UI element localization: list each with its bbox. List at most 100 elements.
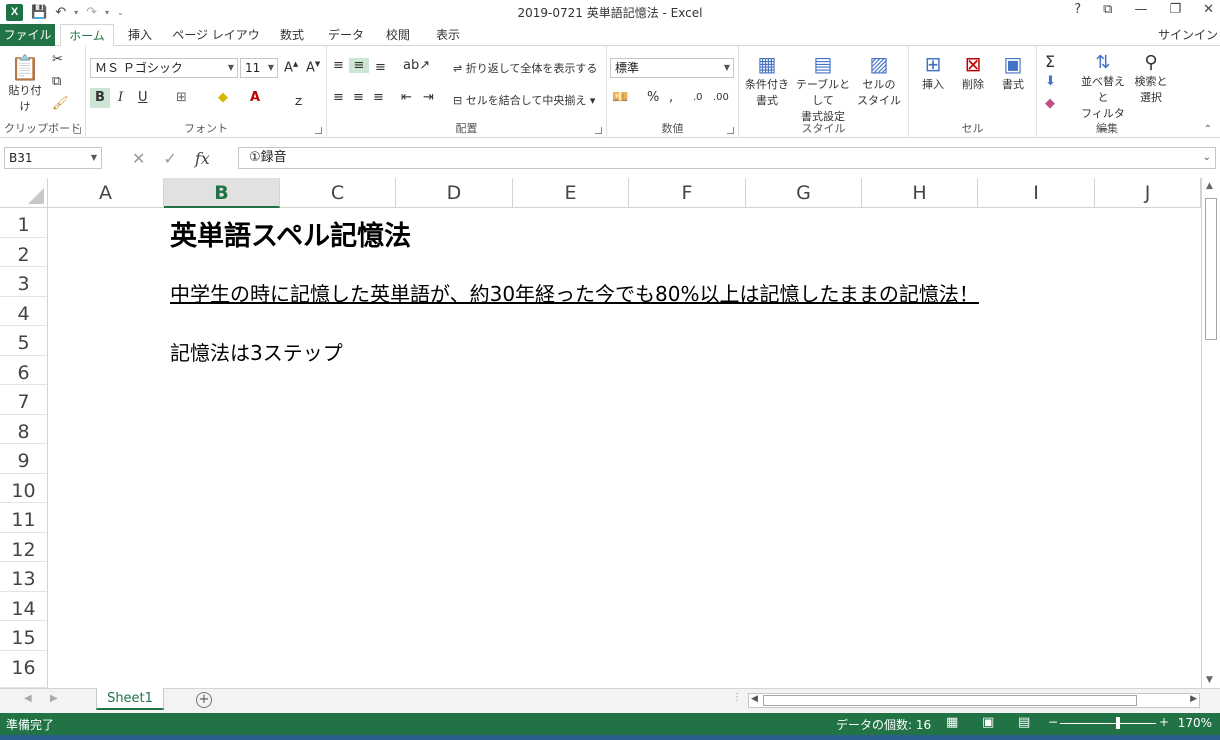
cell-styles-button[interactable]: ▨ セルの スタイル xyxy=(855,52,903,108)
cell-b3[interactable]: 中学生の時に記憶した英単語が、約30年経った今でも80%以上は記憶したままの記憶… xyxy=(170,278,979,307)
conditional-format-button[interactable]: ▦ 条件付き 書式 xyxy=(743,52,791,108)
tab-file[interactable]: ファイル xyxy=(0,24,55,46)
merge-center-button[interactable]: ⊟ セルを結合して中央揃え ▾ xyxy=(453,92,595,108)
column-header-f[interactable]: F xyxy=(629,178,746,208)
row-header-9[interactable]: 9 xyxy=(0,444,48,474)
prev-sheet-icon[interactable]: ◀ xyxy=(24,693,32,704)
ribbon-display-icon[interactable]: ⧉ xyxy=(1103,2,1112,17)
copy-icon[interactable]: ⧉ xyxy=(52,74,61,89)
redo-icon[interactable]: ↷ xyxy=(86,5,97,20)
row-header-13[interactable]: 13 xyxy=(0,562,48,592)
scroll-down-icon[interactable]: ▼ xyxy=(1206,675,1213,685)
customize-toolbar-icon[interactable]: ⌄ xyxy=(117,8,124,17)
collapse-ribbon-icon[interactable]: ⌃ xyxy=(1204,124,1212,135)
row-header-11[interactable]: 11 xyxy=(0,503,48,533)
column-header-c[interactable]: C xyxy=(280,178,396,208)
add-sheet-button[interactable]: + xyxy=(196,692,212,708)
alignment-launcher-icon[interactable] xyxy=(595,127,602,134)
formula-input[interactable]: ①録音 ⌄ xyxy=(238,147,1216,169)
horizontal-scroll-thumb[interactable] xyxy=(763,695,1137,706)
next-sheet-icon[interactable]: ▶ xyxy=(50,693,58,704)
decrease-decimal-icon[interactable]: .00 xyxy=(713,92,729,103)
number-launcher-icon[interactable] xyxy=(727,127,734,134)
orientation-icon[interactable]: ab↗ xyxy=(403,58,430,73)
font-name-select[interactable]: ＭＳ Ｐゴシック ▼ xyxy=(90,58,238,78)
format-cells-button[interactable]: ▣ 書式 xyxy=(995,52,1031,92)
column-header-g[interactable]: G xyxy=(746,178,862,208)
find-select-button[interactable]: ⚲ 検索と 選択 xyxy=(1131,52,1171,105)
underline-button[interactable]: U xyxy=(138,90,148,105)
worksheet-grid[interactable]: A B C D E F G H I J 1 2 3 4 5 6 7 8 9 10… xyxy=(0,178,1220,688)
zoom-slider[interactable] xyxy=(1060,723,1156,724)
page-layout-view-icon[interactable]: ▣ xyxy=(982,715,994,730)
font-color-icon[interactable]: A xyxy=(250,90,260,105)
phonetic-icon[interactable]: ｚ xyxy=(292,90,305,109)
autosum-icon[interactable]: Σ xyxy=(1045,52,1055,71)
undo-dropdown-icon[interactable]: ▾ xyxy=(74,8,78,17)
clear-icon[interactable]: ◆ xyxy=(1045,96,1055,111)
cell-b1[interactable]: 英単語スペル記憶法 xyxy=(170,214,411,253)
row-header-6[interactable]: 6 xyxy=(0,356,48,385)
decrease-indent-icon[interactable]: ⇤ xyxy=(401,90,412,105)
vertical-scrollbar[interactable]: ▲ ▼ xyxy=(1201,178,1220,688)
vertical-scroll-thumb[interactable] xyxy=(1205,198,1217,340)
border-icon[interactable]: ⊞ xyxy=(176,90,187,105)
horizontal-scrollbar[interactable]: ◀ ▶ xyxy=(748,693,1200,708)
scroll-left-icon[interactable]: ◀ xyxy=(751,694,758,704)
fill-icon[interactable]: ⬇ xyxy=(1045,74,1056,89)
row-header-2[interactable]: 2 xyxy=(0,238,48,267)
row-header-3[interactable]: 3 xyxy=(0,267,48,297)
fill-color-icon[interactable]: ◆ xyxy=(218,90,228,105)
format-painter-icon[interactable]: 🖌 xyxy=(52,96,69,111)
expand-formula-icon[interactable]: ⌄ xyxy=(1203,148,1211,168)
align-top-icon[interactable]: ≡ xyxy=(333,58,344,73)
row-header-7[interactable]: 7 xyxy=(0,385,48,415)
page-break-view-icon[interactable]: ▤ xyxy=(1018,715,1030,730)
enter-icon[interactable]: ✓ xyxy=(163,149,176,168)
wrap-text-button[interactable]: ⇌ 折り返して全体を表示する xyxy=(453,60,597,76)
zoom-slider-thumb[interactable] xyxy=(1116,717,1120,729)
signin-link[interactable]: サインイン xyxy=(1158,24,1218,46)
align-middle-icon[interactable]: ≡ xyxy=(349,58,369,73)
zoom-out-button[interactable]: − xyxy=(1048,715,1058,729)
row-header-14[interactable]: 14 xyxy=(0,592,48,621)
italic-button[interactable]: I xyxy=(118,90,123,105)
redo-dropdown-icon[interactable]: ▾ xyxy=(105,8,109,17)
cut-icon[interactable]: ✂ xyxy=(52,52,63,67)
format-as-table-button[interactable]: ▤ テーブルとして 書式設定 xyxy=(791,52,855,124)
save-icon[interactable]: 💾 xyxy=(31,5,47,20)
tab-page-layout[interactable]: ページ レイアウト xyxy=(168,24,264,64)
column-header-a[interactable]: A xyxy=(48,178,164,208)
increase-decimal-icon[interactable]: .0 xyxy=(693,92,703,103)
align-right-icon[interactable]: ≡ xyxy=(373,90,384,105)
align-center-icon[interactable]: ≡ xyxy=(353,90,364,105)
row-header-1[interactable]: 1 xyxy=(0,208,48,238)
normal-view-icon[interactable]: ▦ xyxy=(946,715,958,730)
align-bottom-icon[interactable]: ≡ xyxy=(375,60,386,75)
tab-home[interactable]: ホーム xyxy=(60,24,114,47)
bold-button[interactable]: B xyxy=(90,88,110,108)
row-header-10[interactable]: 10 xyxy=(0,474,48,503)
row-header-5[interactable]: 5 xyxy=(0,326,48,356)
cancel-icon[interactable]: ✕ xyxy=(132,149,145,168)
font-size-select[interactable]: 11 ▼ xyxy=(240,58,278,78)
column-header-h[interactable]: H xyxy=(862,178,978,208)
increase-indent-icon[interactable]: ⇥ xyxy=(423,90,434,105)
decrease-font-icon[interactable]: A▼ xyxy=(306,60,320,75)
column-header-j[interactable]: J xyxy=(1095,178,1201,208)
tab-insert[interactable]: 挿入 xyxy=(118,24,162,46)
sheet-tab-sheet1[interactable]: Sheet1 xyxy=(96,688,164,710)
tab-review[interactable]: 校閲 xyxy=(376,24,420,46)
splitter-handle-icon[interactable]: ⋮ xyxy=(732,692,742,703)
row-header-15[interactable]: 15 xyxy=(0,621,48,651)
scroll-right-icon[interactable]: ▶ xyxy=(1190,694,1197,704)
minimize-icon[interactable]: — xyxy=(1134,2,1147,17)
insert-cells-button[interactable]: ⊞ 挿入 xyxy=(915,52,951,92)
delete-cells-button[interactable]: ⊠ 削除 xyxy=(955,52,991,92)
number-format-select[interactable]: 標準 ▼ xyxy=(610,58,734,78)
font-launcher-icon[interactable] xyxy=(315,127,322,134)
zoom-in-button[interactable]: + xyxy=(1159,715,1169,729)
zoom-level[interactable]: 170% xyxy=(1178,716,1212,730)
tab-data[interactable]: データ xyxy=(320,24,372,46)
name-box[interactable]: B31 ▼ xyxy=(4,147,102,169)
